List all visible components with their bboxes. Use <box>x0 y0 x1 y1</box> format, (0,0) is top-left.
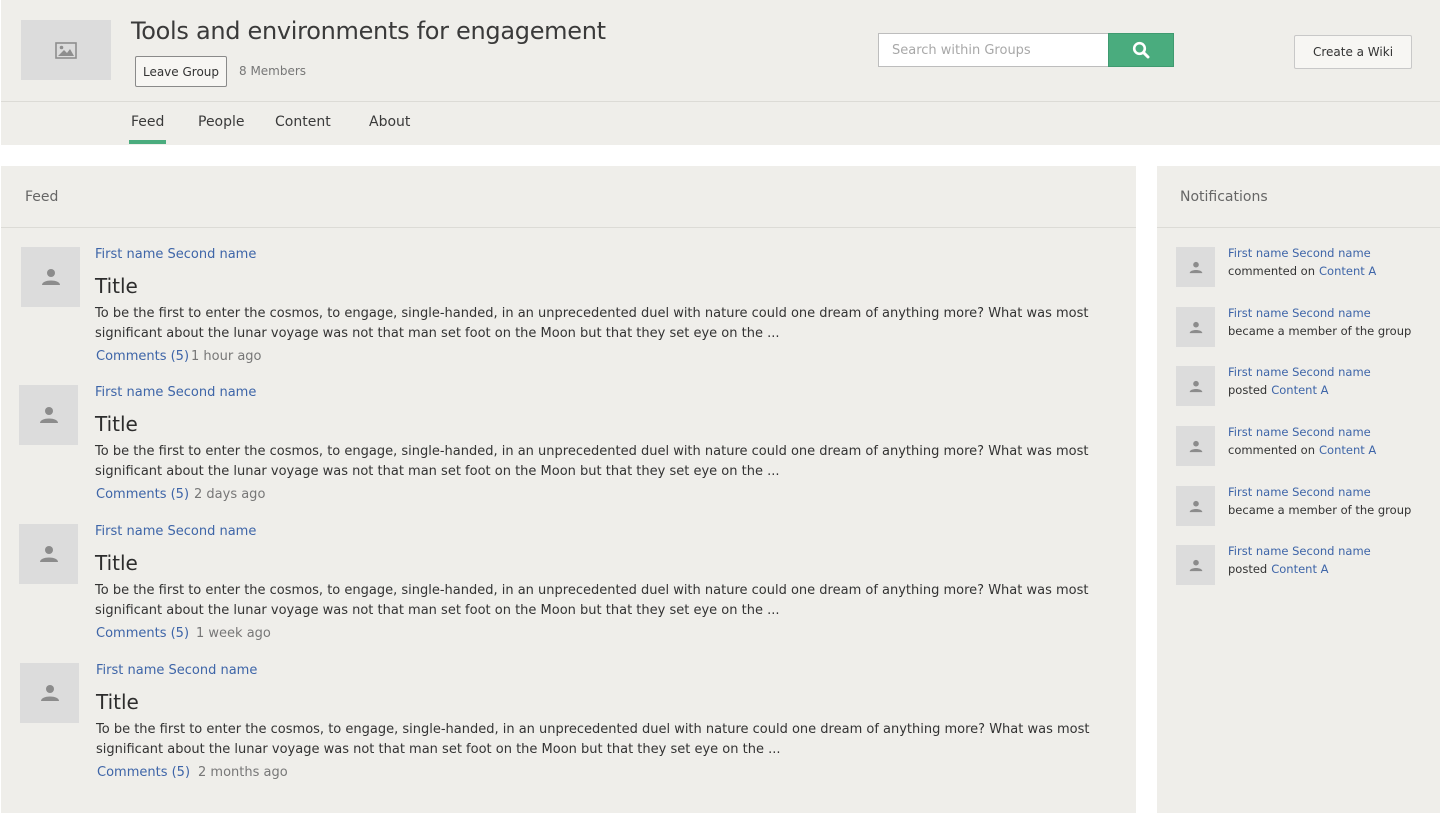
post-author[interactable]: First name Second name <box>95 247 256 262</box>
post-comments-link[interactable]: Comments (5) <box>96 349 189 364</box>
user-icon <box>1189 559 1202 571</box>
search-button[interactable] <box>1108 33 1174 67</box>
notification-user-link[interactable]: First name Second name <box>1228 485 1371 499</box>
feed-panel: Feed First name Second name Title To be … <box>1 166 1136 813</box>
post-title: Title <box>95 412 138 436</box>
notification-action: posted <box>1228 562 1268 576</box>
post-timestamp: 2 days ago <box>194 487 266 502</box>
notification-avatar[interactable] <box>1176 307 1215 347</box>
post-timestamp: 1 hour ago <box>191 349 262 364</box>
post-body: To be the first to enter the cosmos, to … <box>95 306 1089 341</box>
post-author[interactable]: First name Second name <box>96 663 257 678</box>
notification-user-link[interactable]: First name Second name <box>1228 365 1371 379</box>
notification-avatar[interactable] <box>1176 426 1215 466</box>
post-author[interactable]: First name Second name <box>95 385 256 400</box>
post-body: To be the first to enter the cosmos, to … <box>95 444 1089 479</box>
search-icon <box>1132 41 1150 59</box>
feed-heading: Feed <box>25 189 59 205</box>
avatar[interactable] <box>19 524 78 584</box>
feed-divider <box>1 227 1136 228</box>
user-icon <box>1189 261 1202 273</box>
notification-text: became a member of the group <box>1228 324 1411 338</box>
user-icon <box>40 685 59 701</box>
notifications-heading: Notifications <box>1180 189 1268 205</box>
notification-text: commented on Content A <box>1228 443 1376 457</box>
user-icon <box>1189 440 1202 452</box>
notification-action: became a member of the group <box>1228 503 1412 517</box>
user-icon <box>1189 321 1202 333</box>
post-title: Title <box>95 274 138 298</box>
notification-user-link[interactable]: First name Second name <box>1228 306 1371 320</box>
tab-content[interactable]: Content <box>275 114 331 130</box>
notification-action: posted <box>1228 383 1268 397</box>
notification-avatar[interactable] <box>1176 545 1215 585</box>
group-image <box>21 20 111 80</box>
notification-avatar[interactable] <box>1176 247 1215 287</box>
post-author[interactable]: First name Second name <box>95 524 256 539</box>
user-icon <box>1189 500 1202 512</box>
notification-content-link[interactable]: Content A <box>1271 383 1328 397</box>
create-wiki-button[interactable]: Create a Wiki <box>1294 35 1412 69</box>
notification-action: commented on <box>1228 443 1315 457</box>
notifications-divider <box>1157 227 1440 228</box>
post-title: Title <box>95 551 138 575</box>
post-timestamp: 1 week ago <box>196 626 271 641</box>
page-title: Tools and environments for engagement <box>131 17 606 45</box>
notification-user-link[interactable]: First name Second name <box>1228 425 1371 439</box>
avatar[interactable] <box>21 247 80 307</box>
search-input[interactable] <box>878 33 1109 67</box>
post-body: To be the first to enter the cosmos, to … <box>96 722 1090 757</box>
tab-people[interactable]: People <box>198 114 245 130</box>
notification-text: became a member of the group <box>1228 503 1411 517</box>
header-divider <box>1 101 1440 102</box>
notification-text: posted Content A <box>1228 562 1328 576</box>
notification-content-link[interactable]: Content A <box>1271 562 1328 576</box>
notification-avatar[interactable] <box>1176 366 1215 406</box>
notification-text: posted Content A <box>1228 383 1328 397</box>
notification-action: commented on <box>1228 264 1315 278</box>
notification-content-link[interactable]: Content A <box>1319 443 1376 457</box>
post-timestamp: 2 months ago <box>198 765 288 780</box>
leave-group-button[interactable]: Leave Group <box>135 56 227 87</box>
members-count: 8 Members <box>239 64 307 78</box>
user-icon <box>39 407 58 423</box>
notification-user-link[interactable]: First name Second name <box>1228 246 1371 260</box>
post-comments-link[interactable]: Comments (5) <box>96 626 189 641</box>
tab-about[interactable]: About <box>369 114 410 130</box>
tab-feed[interactable]: Feed <box>128 114 167 144</box>
notifications-panel: Notifications First name Second name com… <box>1157 166 1440 813</box>
notification-user-link[interactable]: First name Second name <box>1228 544 1371 558</box>
notification-action: became a member of the group <box>1228 324 1412 338</box>
post-comments-link[interactable]: Comments (5) <box>96 487 189 502</box>
user-icon <box>39 546 58 562</box>
notification-text: commented on Content A <box>1228 264 1376 278</box>
user-icon <box>1189 380 1202 392</box>
notification-avatar[interactable] <box>1176 486 1215 526</box>
avatar[interactable] <box>20 663 79 723</box>
group-header: Tools and environments for engagement Le… <box>1 0 1440 145</box>
user-icon <box>41 269 60 285</box>
post-title: Title <box>96 690 139 714</box>
image-placeholder-icon <box>55 41 77 59</box>
post-body: To be the first to enter the cosmos, to … <box>95 583 1089 618</box>
avatar[interactable] <box>19 385 78 445</box>
post-comments-link[interactable]: Comments (5) <box>97 765 190 780</box>
notification-content-link[interactable]: Content A <box>1319 264 1376 278</box>
